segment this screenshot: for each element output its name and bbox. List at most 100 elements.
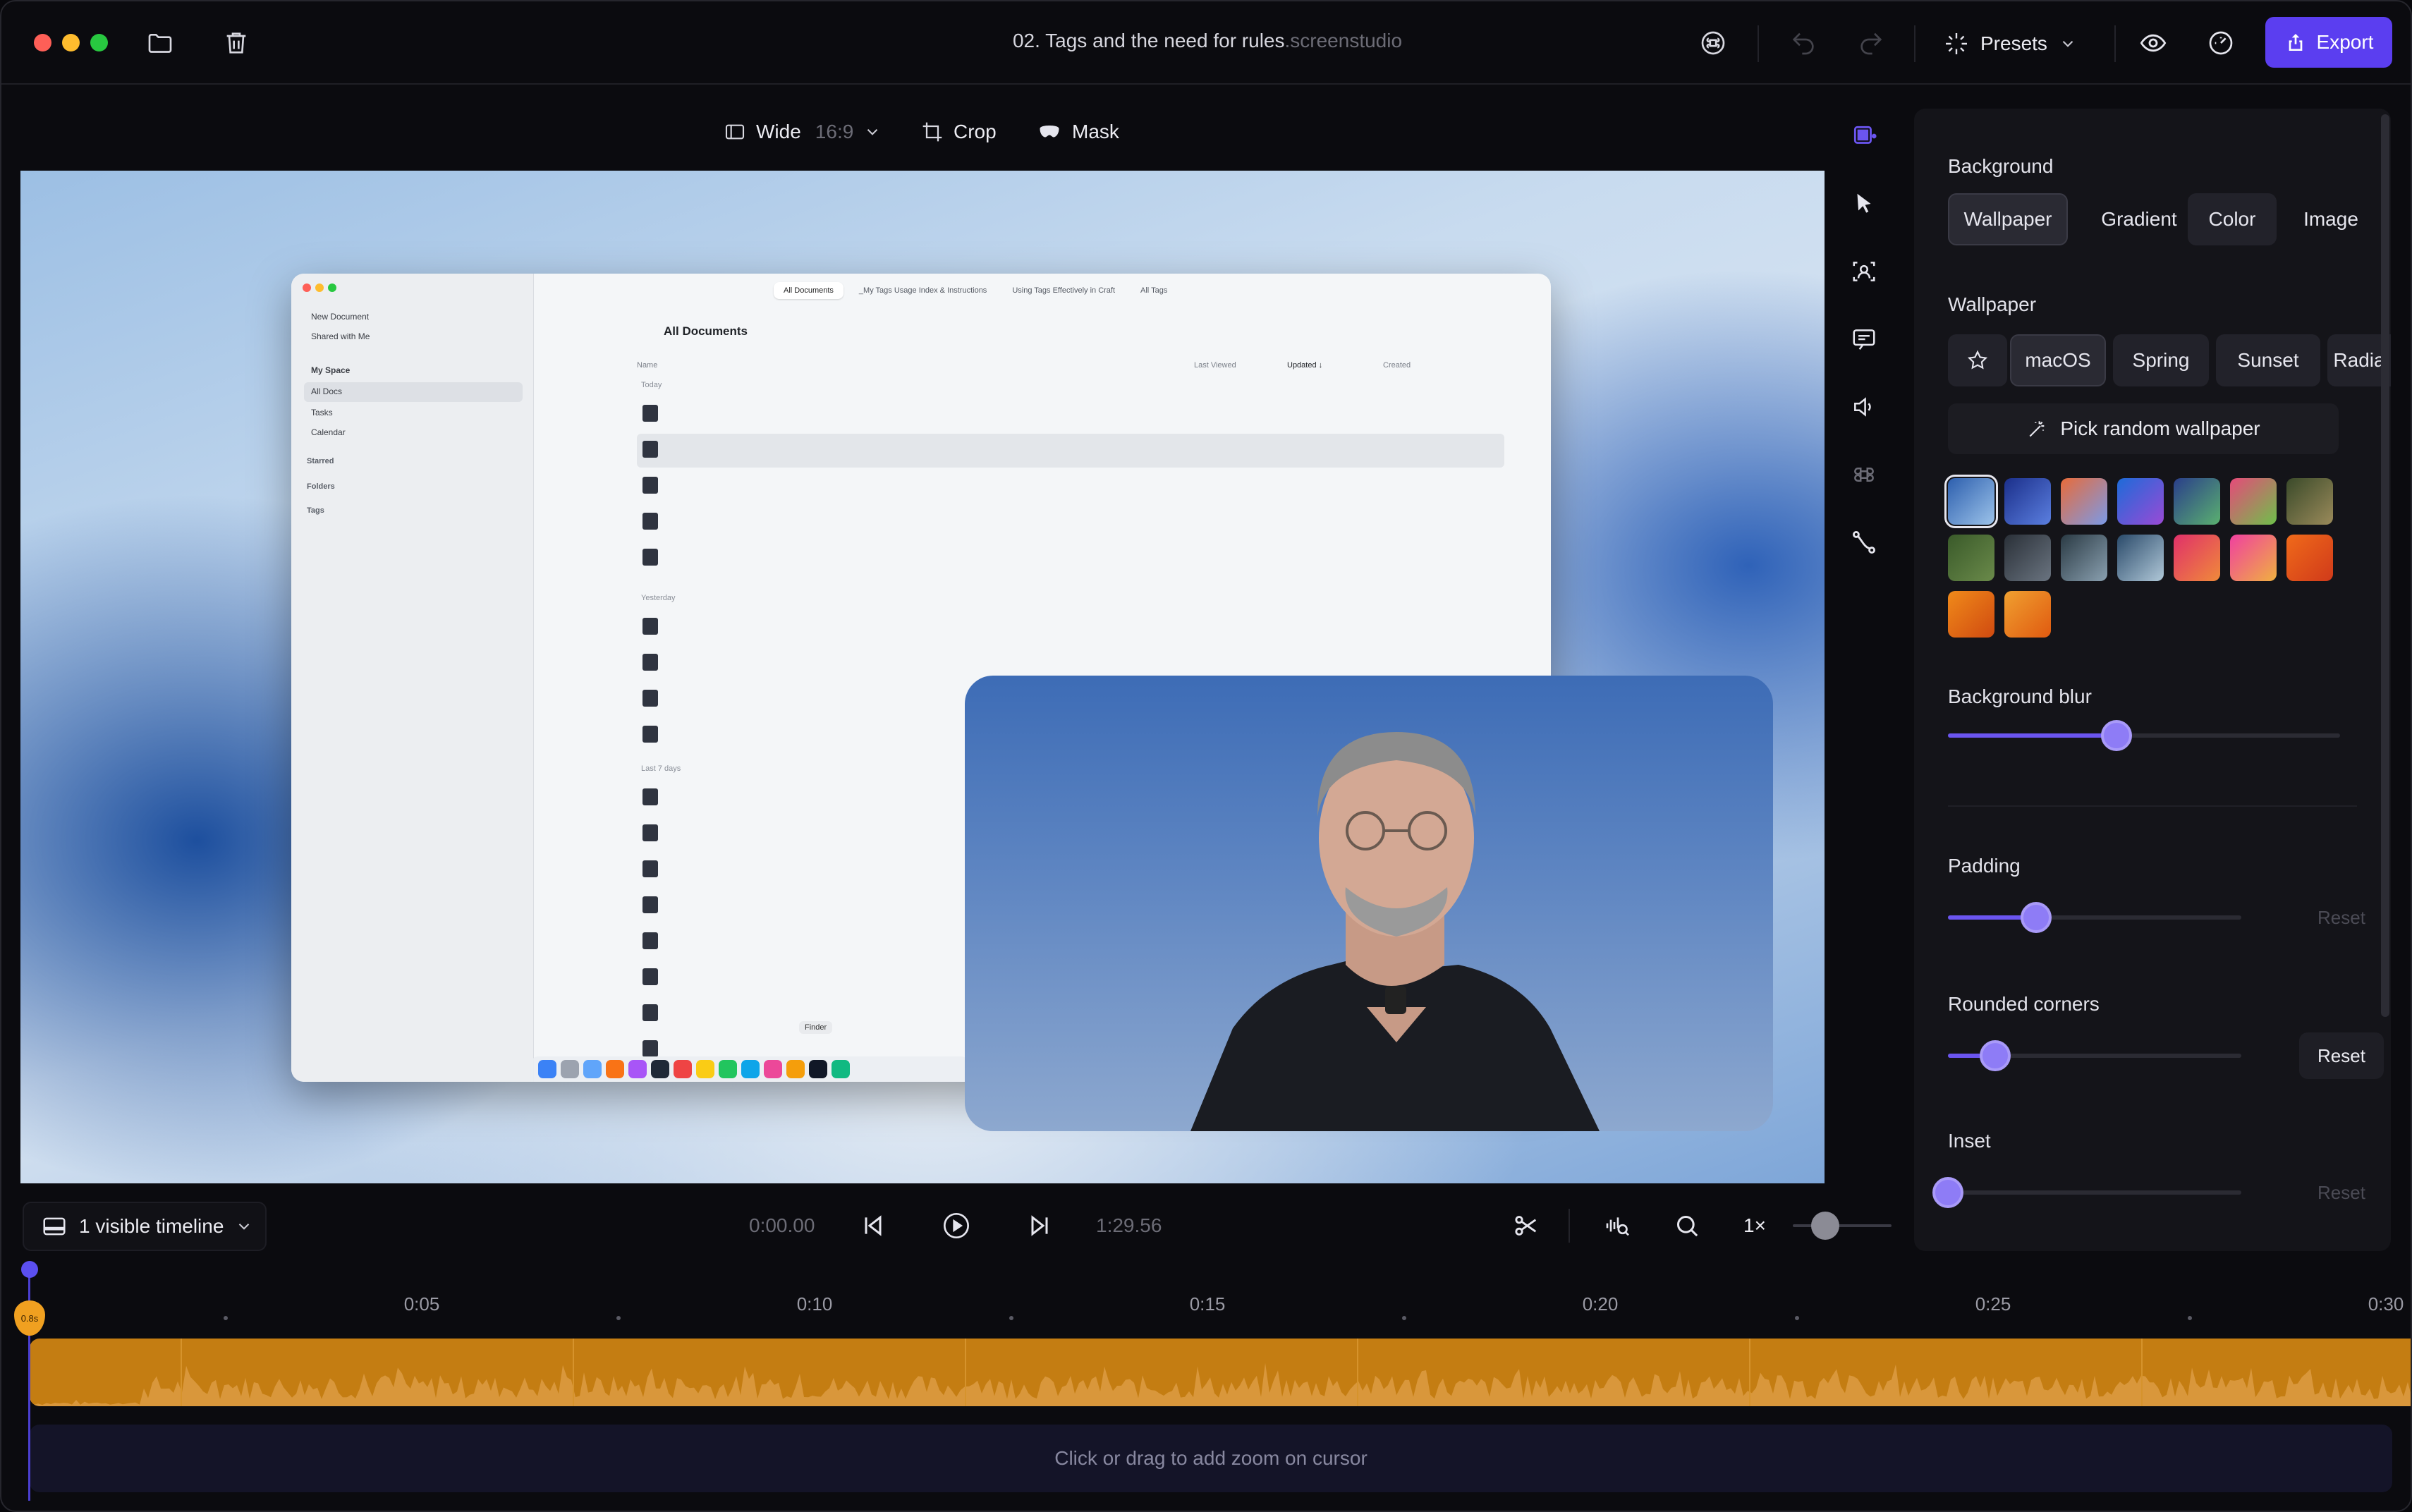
document-thumbnail [642, 1004, 658, 1021]
favorites-tab[interactable] [1948, 334, 2007, 386]
speedometer-icon[interactable] [2203, 25, 2239, 61]
wallpaper-thumbnail[interactable] [2004, 478, 2051, 525]
slider-knob[interactable] [2020, 902, 2052, 933]
shortcuts-tool-icon[interactable] [1846, 457, 1882, 492]
rounded-corners-slider[interactable] [1948, 1040, 2241, 1071]
playhead-marker[interactable]: 0.8s [14, 1300, 45, 1336]
clip-divider [2141, 1339, 2143, 1406]
wp-tab-sunset[interactable]: Sunset [2216, 334, 2320, 386]
aspect-label: Wide [756, 121, 801, 142]
playback-speed[interactable]: 1× [1743, 1214, 1766, 1237]
padding-reset-button[interactable]: Reset [2299, 894, 2384, 941]
inset-reset-button[interactable]: Reset [2299, 1169, 2384, 1216]
camera-tool-icon[interactable] [1846, 254, 1882, 289]
chevron-down-icon [867, 128, 878, 135]
wp-tab-spring[interactable]: Spring [2113, 334, 2209, 386]
wallpaper-thumbnail[interactable] [2061, 478, 2107, 525]
bg-tab-image[interactable]: Image [2285, 193, 2377, 245]
eye-icon[interactable] [2136, 25, 2171, 61]
wallpaper-thumbnail[interactable] [2230, 478, 2277, 525]
craft-tab-bar: All Documents _My Tags Usage Index & Ins… [534, 274, 1551, 307]
document-thumbnail [642, 513, 658, 530]
background-tool-icon[interactable] [1846, 118, 1882, 154]
presenter-figure [1190, 732, 1600, 1131]
background-blur-slider[interactable] [1948, 720, 2340, 751]
craft-minimize-dot [315, 284, 324, 292]
wallpaper-thumbnail[interactable] [2061, 535, 2107, 581]
undo-icon[interactable] [1786, 25, 1821, 61]
ruler-tick-label: 0:05 [403, 1293, 440, 1315]
wallpaper-thumbnail[interactable] [2286, 478, 2333, 525]
slider-knob[interactable] [1979, 1040, 2011, 1071]
sparkle-icon [1946, 33, 1967, 54]
zoom-lane[interactable]: Click or drag to add zoom on cursor [30, 1425, 2392, 1492]
inset-heading: Inset [1948, 1130, 1991, 1152]
cursor-tool-icon[interactable] [1846, 186, 1882, 221]
ruler-minor-tick [2187, 1316, 2192, 1320]
transitions-tool-icon[interactable] [1846, 525, 1882, 560]
camera-overlay[interactable] [965, 676, 1773, 1131]
playhead-handle[interactable] [21, 1261, 38, 1278]
play-button[interactable] [937, 1206, 976, 1245]
document-thumbnail [642, 896, 658, 913]
wallpaper-thumbnail[interactable] [2174, 535, 2220, 581]
zoom-button[interactable] [1667, 1206, 1707, 1245]
padding-slider[interactable] [1948, 902, 2241, 933]
slider-knob[interactable] [1932, 1177, 1963, 1208]
dock-app-icon [674, 1060, 692, 1078]
toolbar-divider [1569, 1209, 1570, 1243]
captions-tool-icon[interactable] [1846, 322, 1882, 357]
inset-slider[interactable] [1932, 1177, 2241, 1208]
command-badge-icon[interactable] [1695, 25, 1731, 61]
craft-folders: Folders [307, 482, 335, 491]
magnifier-icon [1677, 1216, 1698, 1237]
timeline-icon [43, 1217, 66, 1236]
craft-tab: _My Tags Usage Index & Instructions [858, 286, 987, 295]
ruler-minor-tick [1794, 1316, 1799, 1320]
document-thumbnail [642, 824, 658, 841]
wallpaper-heading: Wallpaper [1948, 293, 2037, 315]
aspect-ratio-dropdown[interactable]: Wide 16:9 [724, 114, 882, 150]
wp-tab-macos[interactable]: macOS [2010, 334, 2106, 386]
preview-canvas[interactable]: New Document Shared with Me My Space All… [20, 171, 1825, 1183]
wallpaper-thumbnail[interactable] [1948, 535, 1994, 581]
panel-scrollbar[interactable] [2381, 114, 2389, 1017]
craft-heading: All Documents [664, 324, 748, 338]
slider-knob[interactable] [2101, 720, 2133, 751]
bg-tab-gradient[interactable]: Gradient [2076, 193, 2202, 245]
dock-app-icon [696, 1060, 714, 1078]
document-thumbnail [642, 477, 658, 494]
audio-video-track[interactable] [30, 1339, 2411, 1406]
wallpaper-thumbnail[interactable] [2004, 535, 2051, 581]
skip-forward-button[interactable] [1020, 1206, 1059, 1245]
split-button[interactable] [1506, 1206, 1546, 1245]
duration: 1:29.56 [1096, 1214, 1162, 1236]
audio-waveform [30, 1362, 2411, 1406]
audio-tool-icon[interactable] [1846, 389, 1882, 425]
mask-button[interactable]: Mask [1037, 114, 1119, 150]
wallpaper-thumbnail[interactable] [2117, 535, 2164, 581]
ruler-tick-label: 0:25 [1975, 1293, 2011, 1315]
rounded-corners-reset-button[interactable]: Reset [2299, 1032, 2384, 1079]
timeline-zoom-slider[interactable] [1793, 1224, 1892, 1227]
redo-icon[interactable] [1853, 25, 1889, 61]
wallpaper-thumbnail[interactable] [2230, 535, 2277, 581]
dock-app-icon [628, 1060, 647, 1078]
presets-button[interactable]: Presets [1944, 23, 2077, 65]
wallpaper-thumbnail[interactable] [2117, 478, 2164, 525]
wallpaper-thumbnail[interactable] [1948, 591, 1994, 638]
timeline-zoom-knob[interactable] [1811, 1212, 1839, 1240]
wallpaper-thumbnail[interactable] [2004, 591, 2051, 638]
wallpaper-thumbnail[interactable] [2174, 478, 2220, 525]
pick-random-wallpaper-button[interactable]: Pick random wallpaper [1948, 403, 2339, 454]
crop-button[interactable]: Crop [921, 114, 997, 150]
wallpaper-thumbnail[interactable] [1944, 475, 1998, 528]
audio-zoom-button[interactable] [1598, 1206, 1638, 1245]
skip-back-button[interactable] [853, 1206, 893, 1245]
visible-timeline-dropdown[interactable]: 1 visible timeline [23, 1202, 267, 1251]
export-button[interactable]: Export [2265, 17, 2392, 68]
wallpaper-thumbnail[interactable] [2286, 535, 2333, 581]
pick-random-label: Pick random wallpaper [2060, 417, 2260, 439]
bg-tab-color[interactable]: Color [2188, 193, 2277, 245]
bg-tab-wallpaper[interactable]: Wallpaper [1948, 193, 2068, 245]
